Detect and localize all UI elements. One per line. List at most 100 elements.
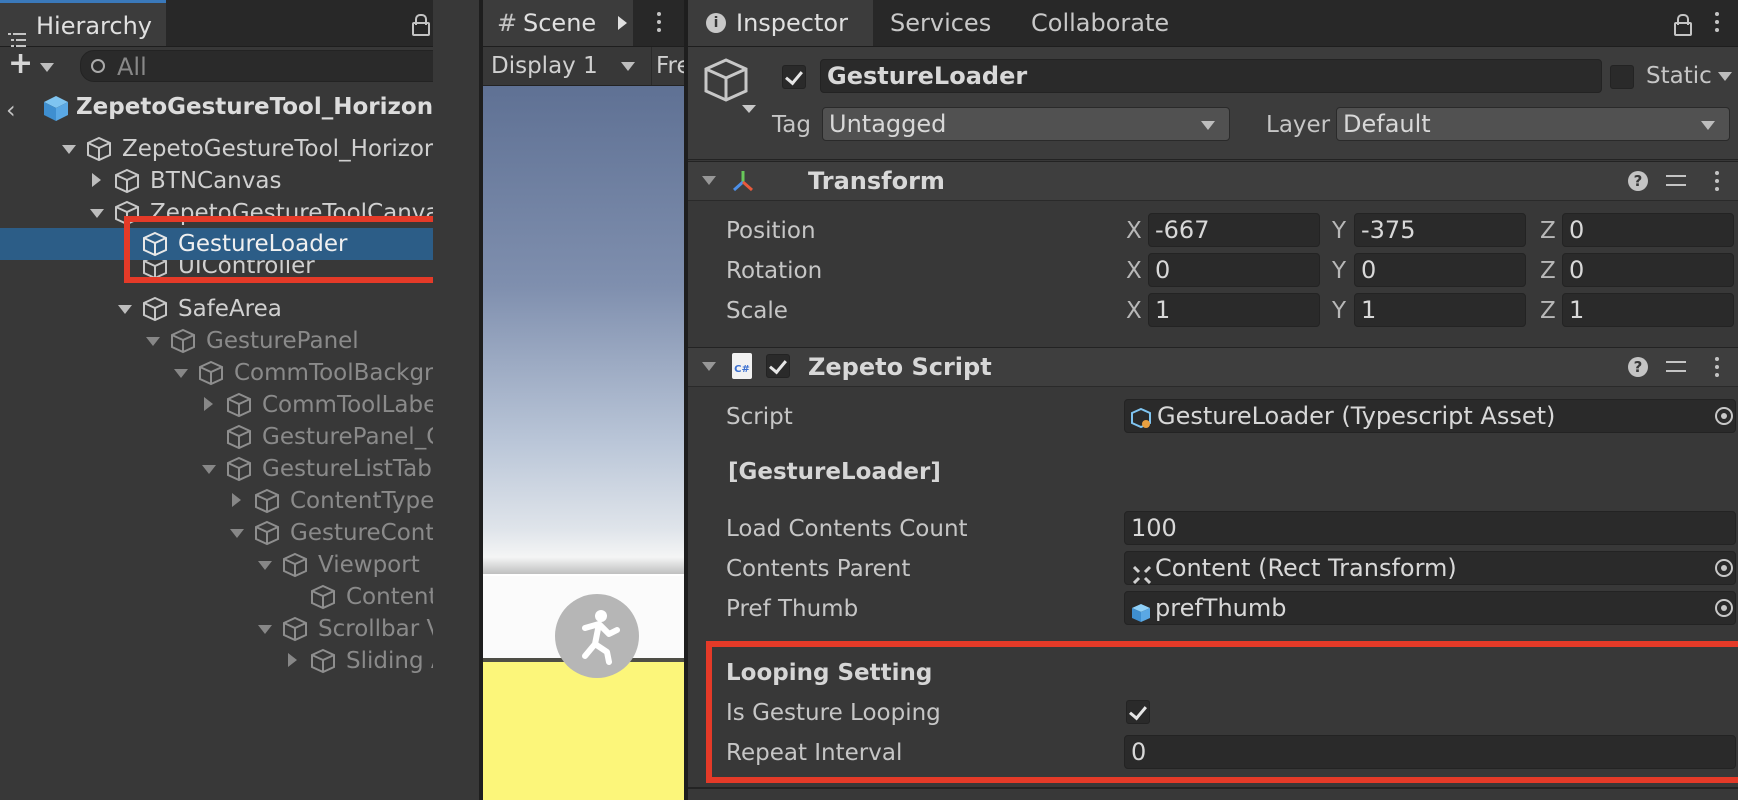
position-y-field[interactable]: -375 <box>1354 213 1526 247</box>
hierarchy-row[interactable]: GesturePanel_Close <box>0 421 433 453</box>
hierarchy-row[interactable]: GestureContents <box>0 517 433 549</box>
free-aspect-dropdown[interactable]: Fre <box>651 47 684 85</box>
pref-thumb-field[interactable]: prefThumb <box>1124 591 1736 625</box>
script-label: Script <box>726 404 793 430</box>
inspector-panel: i Inspector Services Collaborate Gesture… <box>688 0 1738 800</box>
help-icon[interactable]: ? <box>1628 357 1648 377</box>
tab-services-label: Services <box>890 9 992 37</box>
search-icon <box>91 59 105 73</box>
load-contents-count-field[interactable]: 100 <box>1124 511 1736 545</box>
script-enabled-checkbox[interactable] <box>766 354 790 378</box>
help-icon[interactable]: ? <box>1628 171 1648 191</box>
scene-menu-icon[interactable] <box>657 12 661 32</box>
collapse-arrow-icon[interactable] <box>232 493 241 507</box>
hierarchy-row[interactable]: Scrollbar Vertic <box>0 613 433 645</box>
collapse-arrow-icon[interactable] <box>204 397 213 411</box>
position-x-field[interactable]: -667 <box>1148 213 1320 247</box>
component-menu-icon[interactable] <box>1715 171 1719 191</box>
presets-icon[interactable] <box>1666 358 1686 376</box>
prefab-icon <box>1131 599 1151 624</box>
tab-hierarchy[interactable]: Hierarchy <box>0 0 166 47</box>
object-picker-icon[interactable] <box>1715 559 1733 577</box>
hierarchy-row[interactable]: ZepetoGestureToolCanvas <box>0 197 433 229</box>
hierarchy-row[interactable]: ContentTypeScre <box>0 485 433 517</box>
expand-arrow-icon[interactable] <box>118 305 132 314</box>
tag-label: Tag <box>772 112 811 138</box>
hierarchy-row[interactable]: SafeArea <box>0 293 433 325</box>
zepeto-script-header[interactable]: C# Zepeto Script ? <box>688 347 1738 387</box>
tab-scene[interactable]: # Scene <box>483 0 613 46</box>
tag-dropdown[interactable]: Untagged <box>822 107 1230 141</box>
static-dropdown[interactable]: Static <box>1646 59 1736 93</box>
collapse-arrow-icon[interactable] <box>288 653 297 667</box>
contents-parent-field[interactable]: Content (Rect Transform) <box>1124 551 1736 585</box>
scale-z-field[interactable]: 1 <box>1562 293 1734 327</box>
object-name-field[interactable]: GestureLoader <box>820 59 1602 93</box>
hierarchy-row[interactable]: UIController <box>0 260 433 282</box>
active-checkbox[interactable] <box>782 65 806 89</box>
display-dropdown-label: Display 1 <box>491 53 598 79</box>
hierarchy-row[interactable]: ZepetoGestureTool_Horizontal <box>0 133 433 165</box>
foldout-arrow-icon[interactable] <box>702 176 716 185</box>
scene-play-tab[interactable] <box>613 0 633 46</box>
hierarchy-search-input[interactable]: All <box>80 50 433 82</box>
lock-icon[interactable] <box>412 14 430 36</box>
is-gesture-looping-checkbox[interactable] <box>1126 700 1150 724</box>
position-z-field[interactable]: 0 <box>1562 213 1734 247</box>
rotation-y-field[interactable]: 0 <box>1354 253 1526 287</box>
scale-y-field[interactable]: 1 <box>1354 293 1526 327</box>
gameobject-large-cube-icon[interactable] <box>702 57 760 121</box>
scale-x-field[interactable]: 1 <box>1148 293 1320 327</box>
script-object-field[interactable]: GestureLoader (Typescript Asset) <box>1124 399 1736 433</box>
inspector-bottom-divider <box>688 787 1738 789</box>
hierarchy-row[interactable]: Viewport <box>0 549 433 581</box>
expand-arrow-icon[interactable] <box>258 561 272 570</box>
gesture-button-icon[interactable] <box>555 594 639 678</box>
layer-dropdown[interactable]: Default <box>1336 107 1730 141</box>
object-picker-icon[interactable] <box>1715 599 1733 617</box>
expand-arrow-icon[interactable] <box>230 529 244 538</box>
hierarchy-row[interactable]: Content <box>0 581 433 613</box>
rotation-z-field[interactable]: 0 <box>1562 253 1734 287</box>
foldout-arrow-icon[interactable] <box>702 362 716 371</box>
hierarchy-row[interactable]: GesturePanel <box>0 325 433 357</box>
tab-services[interactable]: Services <box>880 0 1001 46</box>
hierarchy-row[interactable]: BTNCanvas <box>0 165 433 197</box>
collapse-arrow-icon[interactable] <box>92 173 101 187</box>
back-icon[interactable]: ‹ <box>6 96 16 124</box>
scene-viewport[interactable] <box>483 86 684 800</box>
expand-arrow-icon[interactable] <box>202 465 216 474</box>
display-dropdown[interactable]: Display 1 <box>491 47 641 85</box>
gameobject-cube-icon <box>198 360 224 390</box>
hierarchy-row[interactable]: CommToolLabelTa <box>0 389 433 421</box>
rotation-x-field[interactable]: 0 <box>1148 253 1320 287</box>
hierarchy-row-label: Scrollbar Vertic <box>318 616 433 642</box>
tab-collaborate[interactable]: Collaborate <box>1021 0 1179 46</box>
hierarchy-row-label: Content <box>346 584 433 610</box>
expand-arrow-icon[interactable] <box>146 337 160 346</box>
expand-arrow-icon[interactable] <box>174 369 188 378</box>
scene-panel: # Scene Display 1 Fre <box>483 0 684 800</box>
component-menu-icon[interactable] <box>1715 357 1719 377</box>
tab-inspector[interactable]: i Inspector <box>688 0 873 46</box>
repeat-interval-field[interactable]: 0 <box>1124 735 1736 769</box>
load-contents-count-label: Load Contents Count <box>726 516 968 542</box>
hierarchy-row-selected[interactable]: GestureLoader <box>0 228 433 260</box>
object-picker-icon[interactable] <box>1715 407 1733 425</box>
hierarchy-row[interactable]: Sliding Area <box>0 645 433 677</box>
hierarchy-row[interactable]: GestureListTab <box>0 453 433 485</box>
inspector-menu-icon[interactable] <box>1715 12 1719 32</box>
expand-arrow-icon[interactable] <box>62 145 76 154</box>
scene-root-row[interactable]: ‹ ZepetoGestureTool_Horizontal <box>0 90 433 126</box>
axis-z-label: Z <box>1540 258 1556 284</box>
scene-toolbar: Display 1 Fre <box>483 47 684 86</box>
expand-arrow-icon[interactable] <box>258 625 272 634</box>
presets-icon[interactable] <box>1666 172 1686 190</box>
add-button[interactable]: + <box>8 49 58 79</box>
static-checkbox[interactable] <box>1610 65 1634 89</box>
lock-icon[interactable] <box>1674 14 1692 36</box>
gameobject-cube-icon <box>86 136 112 166</box>
transform-header[interactable]: Transform ? <box>688 161 1738 201</box>
expand-arrow-icon[interactable] <box>90 209 104 218</box>
hierarchy-row[interactable]: CommToolBackgroun <box>0 357 433 389</box>
